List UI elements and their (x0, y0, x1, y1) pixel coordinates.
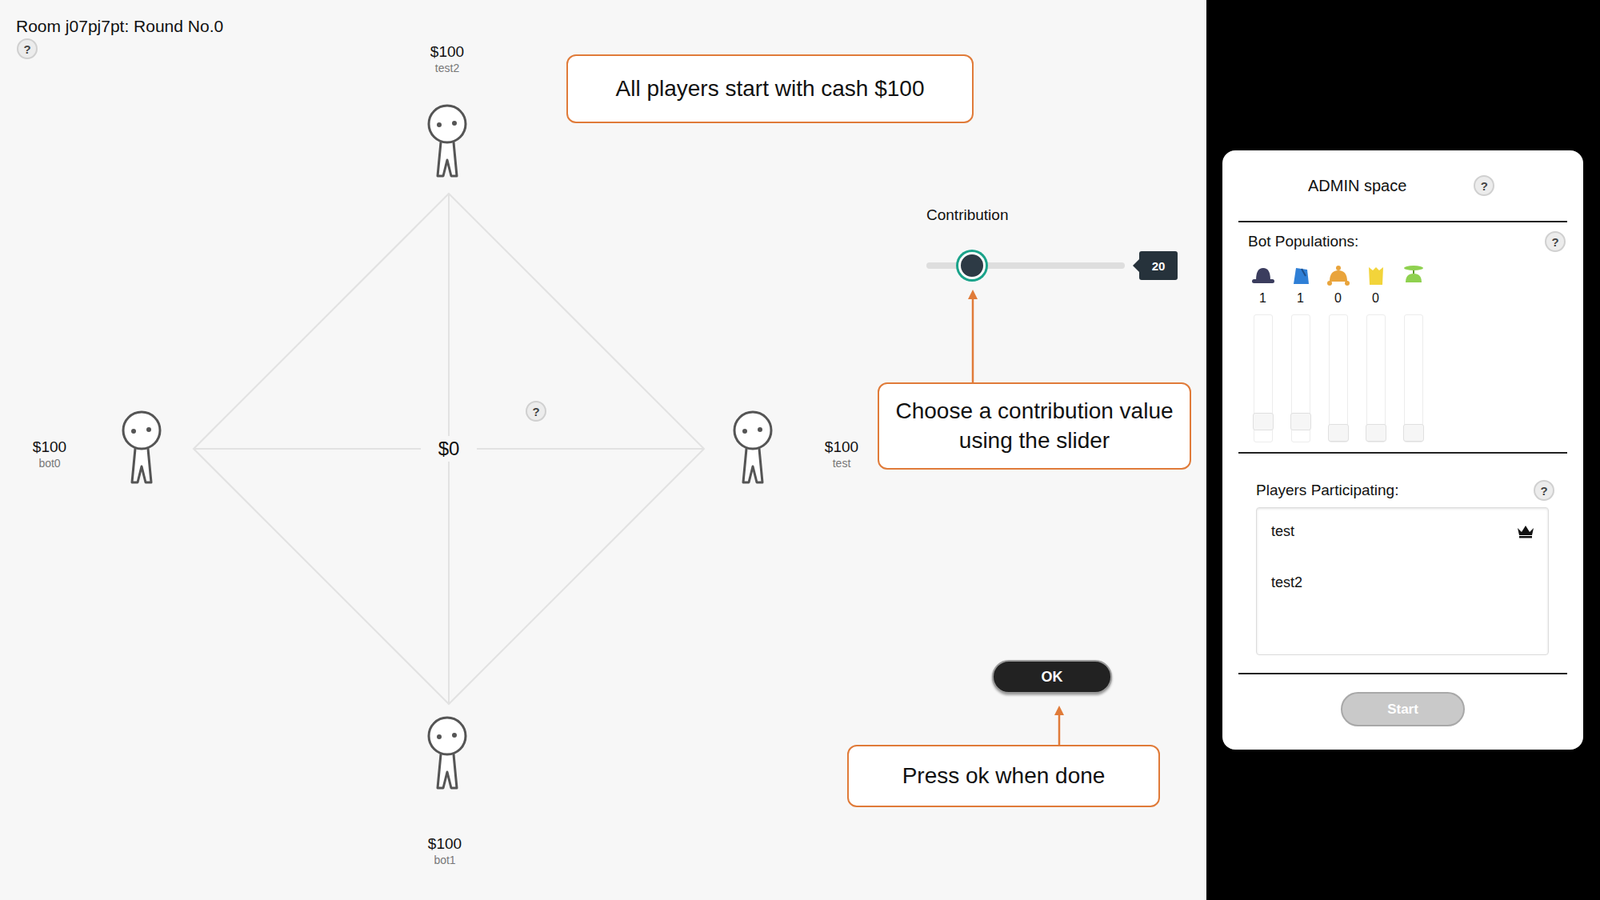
players-participating: Players Participating:? test test2 (1238, 453, 1568, 675)
bot-population: 0 (1356, 263, 1395, 443)
player-item: test2 (1271, 570, 1536, 595)
admin-header: ADMIN space? (1238, 150, 1568, 223)
bot-population (1394, 263, 1432, 443)
player-figure-icon (421, 714, 473, 792)
contribution-label: Contribution (926, 204, 1178, 226)
arrow-icon (964, 288, 981, 383)
slider-value: 20 (1139, 251, 1178, 280)
crown-icon (1516, 524, 1536, 539)
ok-button[interactable]: OK (992, 660, 1112, 694)
player-figure-icon (116, 408, 168, 486)
player-label: $100test (801, 437, 882, 470)
bot-slider-thumb[interactable] (1290, 412, 1312, 431)
bot-slider-thumb[interactable] (1328, 424, 1349, 442)
slider-track[interactable] (926, 262, 1125, 269)
admin-panel: ADMIN space? Bot Populations:? 1 1 0 0 Players… (1222, 150, 1584, 750)
player-label: $100bot1 (404, 834, 485, 867)
bot-slider-thumb[interactable] (1403, 424, 1424, 442)
bot-slider[interactable] (1291, 314, 1311, 443)
bot-count: 1 (1296, 290, 1304, 307)
bot-populations: Bot Populations:? 1 1 0 0 (1238, 222, 1568, 454)
bot-count: 0 (1372, 290, 1380, 307)
admin-help-button[interactable]: ? (1473, 175, 1495, 196)
contribution-slider: Contribution 20 (926, 204, 1178, 280)
pot-help-button[interactable]: ? (525, 400, 547, 422)
admin-title: ADMIN space (1308, 176, 1407, 196)
players-label: Players Participating: (1256, 481, 1399, 500)
player-name: bot0 (9, 456, 90, 470)
annotation-callout: All players start with cash $100 (566, 54, 974, 124)
player-label: $100bot0 (9, 437, 90, 470)
bowler-icon (1250, 263, 1276, 288)
tophat-icon (1363, 263, 1389, 288)
propeller-icon (1400, 263, 1427, 288)
player-name: test (801, 456, 882, 470)
player-cash: $100 (407, 42, 488, 62)
game-area: Room j07pj7pt: Round No.0?$0?$100test2$1… (0, 0, 1207, 900)
player-name: test2 (407, 61, 488, 75)
player-figure-icon (727, 408, 779, 486)
pot-amount: $0 (420, 436, 477, 462)
player-figure-icon (421, 102, 473, 180)
bot-slider-thumb[interactable] (1252, 412, 1274, 431)
bot-slider[interactable] (1366, 314, 1386, 443)
start-button[interactable]: Start (1340, 692, 1465, 727)
admin-sidebar: ADMIN space? Bot Populations:? 1 1 0 0 Players… (1206, 0, 1600, 900)
bot-slider[interactable] (1328, 314, 1348, 443)
bot-count: 0 (1334, 290, 1342, 307)
player-cash: $100 (404, 834, 485, 854)
player-cash: $100 (9, 437, 90, 457)
arrow-icon (1051, 704, 1068, 745)
bot-population: 1 (1244, 263, 1282, 443)
player-label: $100test2 (407, 42, 488, 75)
slider-thumb[interactable] (958, 252, 986, 280)
bot-population: 1 (1281, 263, 1320, 443)
player-cash: $100 (801, 437, 882, 457)
room-title: Room j07pj7pt: Round No.0 (16, 16, 224, 36)
fez-icon (1288, 263, 1314, 288)
player-name: bot1 (404, 853, 485, 867)
bot-slider[interactable] (1253, 314, 1273, 443)
bot-slider[interactable] (1404, 314, 1424, 443)
help-button[interactable]: ? (16, 38, 38, 60)
player-item-name: test (1271, 523, 1295, 540)
bot-count: 1 (1259, 290, 1267, 307)
bot-slider-thumb[interactable] (1365, 424, 1387, 442)
player-list: test test2 (1256, 507, 1549, 656)
bot-help-button[interactable]: ? (1544, 231, 1566, 252)
screen: Room j07pj7pt: Round No.0?$0?$100test2$1… (0, 0, 1600, 900)
bot-populations-label: Bot Populations: (1248, 232, 1359, 251)
bot-population: 0 (1319, 263, 1357, 443)
deerstalker-icon (1325, 263, 1352, 288)
annotation-callout: Choose a contribution value using the sl… (877, 382, 1192, 470)
players-help-button[interactable]: ? (1533, 480, 1555, 501)
player-item-name: test2 (1271, 574, 1303, 592)
annotation-callout: Press ok when done (847, 744, 1160, 808)
player-item: test (1271, 519, 1536, 544)
